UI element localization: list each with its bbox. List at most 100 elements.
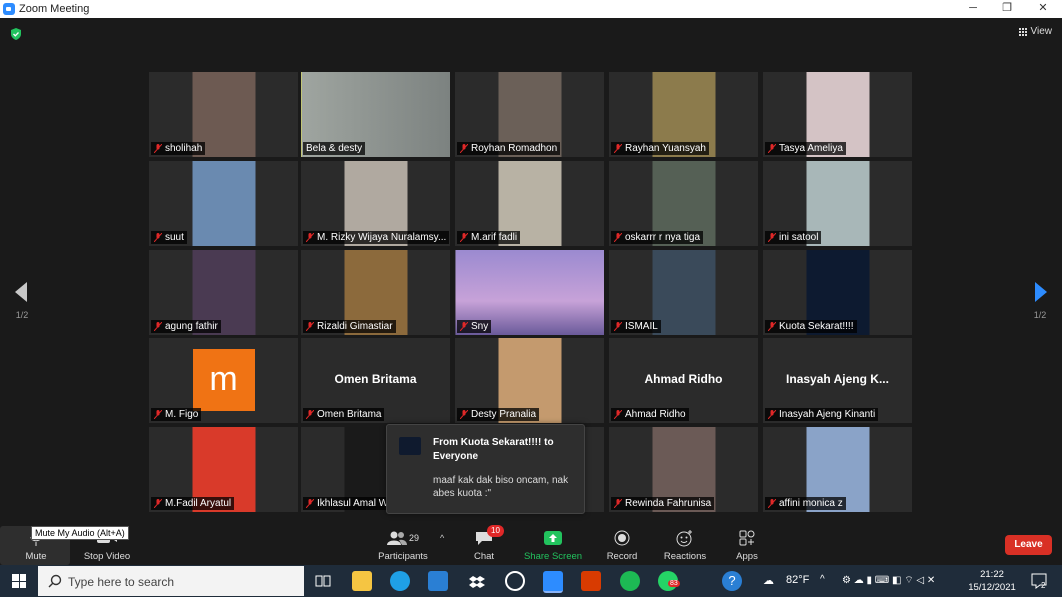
whatsapp-badge: 83 — [668, 580, 680, 587]
windows-start-icon[interactable] — [12, 574, 26, 588]
participant-name: oskarrr r nya tiga — [625, 232, 701, 243]
participant-tile[interactable]: agung fathir — [149, 250, 298, 335]
participant-name-label: oskarrr r nya tiga — [611, 231, 704, 244]
taskbar-search-box[interactable]: Type here to search — [38, 566, 304, 596]
participant-tile[interactable]: Omen Britama Omen Britama — [301, 338, 450, 423]
zoom-taskbar-icon[interactable] — [543, 571, 563, 593]
reactions-button[interactable]: Reactions — [650, 528, 720, 562]
participant-tile[interactable]: M.Fadil Aryatul — [149, 427, 298, 512]
muted-mic-icon — [154, 233, 162, 242]
muted-mic-icon — [460, 233, 468, 242]
meeting-toolbar: Mute Stop Video 29 Participants ^ Chat 1… — [0, 525, 1062, 565]
search-icon — [48, 574, 62, 588]
participant-name: sholihah — [165, 143, 203, 154]
participant-tile[interactable]: suut — [149, 161, 298, 246]
participant-name-label: Kuota Sekarat!!!! — [765, 320, 857, 333]
muted-mic-icon — [768, 499, 776, 508]
file-explorer-icon[interactable] — [352, 571, 372, 591]
participant-name-label: Omen Britama — [303, 408, 385, 421]
muted-mic-icon — [768, 410, 776, 419]
participant-tile[interactable]: oskarrr r nya tiga — [609, 161, 758, 246]
participant-tile[interactable]: ini satool — [763, 161, 912, 246]
next-page-button[interactable]: 1/2 — [1028, 280, 1052, 320]
previous-page-button[interactable]: 1/2 — [10, 280, 34, 320]
participant-name: Sny — [471, 321, 489, 332]
chat-button[interactable]: Chat — [449, 528, 519, 562]
participant-tile[interactable]: Ahmad Ridho Ahmad Ridho — [609, 338, 758, 423]
record-icon — [614, 530, 630, 546]
participant-name-label: ISMAIL — [611, 320, 661, 333]
participant-tile[interactable]: Rizaldi Gimastiar — [301, 250, 450, 335]
system-clock[interactable]: 21:22 15/12/2021 — [968, 568, 1016, 594]
participant-name-label: Tasya Ameliya — [765, 142, 846, 155]
participants-options-caret[interactable]: ^ — [440, 533, 444, 543]
help-icon[interactable]: ? — [722, 571, 742, 591]
participant-tile[interactable]: Royhan Romadhon — [455, 72, 604, 157]
participant-name: Royhan Romadhon — [471, 143, 558, 154]
muted-mic-icon — [460, 410, 468, 419]
participant-tile[interactable]: m M. Figo — [149, 338, 298, 423]
leave-button[interactable]: Leave — [1005, 535, 1052, 555]
muted-mic-icon — [614, 233, 622, 242]
participant-tile[interactable]: Kuota Sekarat!!!! — [763, 250, 912, 335]
record-button[interactable]: Record — [587, 528, 657, 562]
participant-name: agung fathir — [165, 321, 218, 332]
smiley-plus-icon — [676, 530, 692, 547]
mute-label: Mute — [25, 551, 47, 562]
participant-name: Rayhan Yuansyah — [625, 143, 706, 154]
edge-browser-icon[interactable] — [390, 571, 410, 591]
participant-name: Desty Pranalia — [471, 409, 537, 420]
muted-mic-icon — [154, 410, 162, 419]
figo-avatar: m — [192, 349, 255, 411]
muted-mic-icon — [306, 410, 314, 419]
participant-display-name: Omen Britama — [334, 372, 417, 386]
search-placeholder: Type here to search — [68, 575, 175, 589]
participant-tile[interactable]: sholihah — [149, 72, 298, 157]
participants-button[interactable]: 29 Participants — [368, 528, 438, 562]
participant-tile[interactable]: M.arif fadli — [455, 161, 604, 246]
participant-name-label: Rayhan Yuansyah — [611, 142, 709, 155]
participant-tile[interactable]: Tasya Ameliya — [763, 72, 912, 157]
participant-tile[interactable]: Sny — [455, 250, 604, 335]
tray-app-icons[interactable]: ⚙ ☁ ▮ ⌨ ◧ ⌔ ◁ ✕ — [842, 574, 935, 587]
participant-tile[interactable]: Bela & desty — [301, 72, 450, 157]
task-view-icon[interactable] — [313, 571, 333, 591]
participant-name: Rizaldi Gimastiar — [317, 321, 393, 332]
show-hidden-icons[interactable]: ^ — [820, 574, 825, 585]
participant-tile[interactable]: Desty Pranalia — [455, 338, 604, 423]
share-screen-button[interactable]: Share Screen — [518, 528, 588, 562]
maximize-button[interactable]: ❐ — [990, 0, 1024, 18]
apps-label: Apps — [736, 551, 758, 562]
participant-name-label: affini monica z — [765, 497, 846, 510]
participant-name: ISMAIL — [625, 321, 658, 332]
participant-tile[interactable]: ISMAIL — [609, 250, 758, 335]
chevron-right-icon — [1035, 282, 1047, 302]
weather-icon[interactable]: ☁ — [763, 574, 774, 587]
participant-name-label: Inasyah Ajeng Kinanti — [765, 408, 879, 421]
minimize-button[interactable]: ─ — [956, 0, 990, 18]
encryption-shield-icon[interactable] — [10, 28, 22, 40]
participant-tile[interactable]: Rewinda Fahrunisa — [609, 427, 758, 512]
window-title: Zoom Meeting — [19, 3, 90, 15]
close-button[interactable]: ✕ — [1026, 0, 1060, 18]
participant-tile[interactable]: affini monica z — [763, 427, 912, 512]
dropbox-icon[interactable] — [467, 571, 487, 591]
participant-tile[interactable]: Rayhan Yuansyah — [609, 72, 758, 157]
store-app-icon[interactable] — [505, 571, 525, 591]
mail-icon[interactable] — [428, 571, 448, 591]
muted-mic-icon — [614, 410, 622, 419]
participant-tile[interactable]: M. Rizky Wijaya Nuralamsy... — [301, 161, 450, 246]
spotify-icon[interactable] — [620, 571, 640, 591]
view-button[interactable]: View — [1018, 26, 1052, 37]
record-label: Record — [606, 551, 638, 562]
participants-count: 29 — [408, 533, 419, 543]
participant-name-label: M. Figo — [151, 408, 202, 421]
grid-view-icon — [1018, 27, 1027, 36]
participant-tile[interactable]: Inasyah Ajeng K... Inasyah Ajeng Kinanti — [763, 338, 912, 423]
office-icon[interactable] — [581, 571, 601, 591]
muted-mic-icon — [460, 144, 468, 153]
participant-name-label: Bela & desty — [303, 142, 366, 155]
chat-notification-popup[interactable]: From Kuota Sekarat!!!! to Everyone maaf … — [386, 424, 585, 514]
apps-button[interactable]: Apps — [712, 528, 782, 562]
reactions-label: Reactions — [663, 551, 707, 562]
